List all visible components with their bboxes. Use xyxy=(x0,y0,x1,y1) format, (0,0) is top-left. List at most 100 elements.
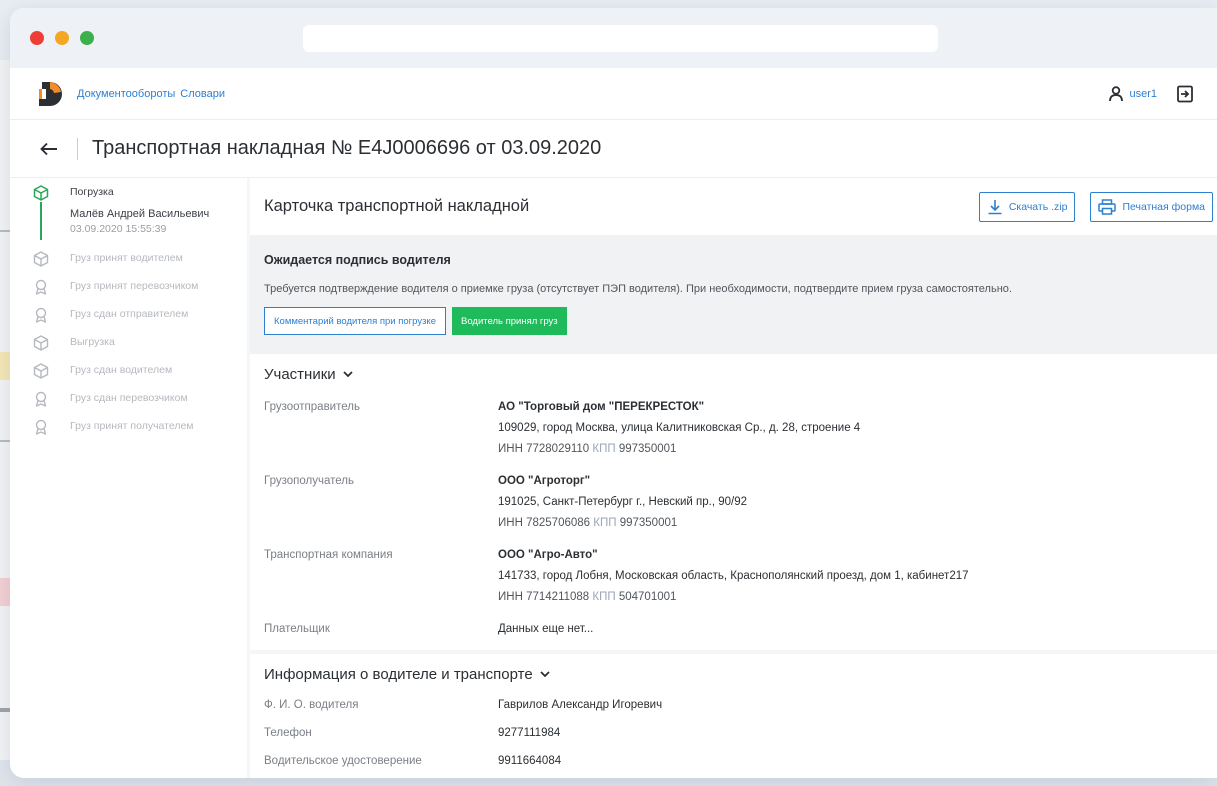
driver-field-label: Водительское удостоверение xyxy=(264,754,422,767)
timeline-step-handed-by-carrier: Груз сдан перевозчиком xyxy=(10,390,247,418)
box-icon xyxy=(33,251,49,267)
print-form-button[interactable]: Печатная форма xyxy=(1090,191,1213,222)
driver-field-value: 9277111984 xyxy=(498,726,561,739)
nav-dictionaries-link[interactable]: Словари xyxy=(180,88,225,100)
download-icon xyxy=(988,199,1002,214)
inn-value: 7728029110 xyxy=(526,443,590,455)
app-header: Документообороты Словари user1 xyxy=(10,68,1217,120)
timeline-step-accepted-by-driver: Груз принят водителем xyxy=(10,250,247,278)
browser-window: Документообороты Словари user1 Транспорт… xyxy=(10,8,1217,778)
payer-value: Данных еще нет... xyxy=(498,623,594,635)
timeline-step-accepted-by-carrier: Груз принят перевозчиком xyxy=(10,278,247,306)
driver-row-name: Ф. И. О. водителя Гаврилов Александр Иго… xyxy=(264,691,1217,719)
driver-accepted-button[interactable]: Водитель принял груз xyxy=(451,307,567,335)
timeline-step-date: 03.09.2020 15:55:39 xyxy=(70,223,167,235)
timeline-step-handed-by-driver: Груз сдан водителем xyxy=(10,362,247,390)
participant-row-shipper: Грузоотправитель АО "Торговый дом "ПЕРЕК… xyxy=(264,397,1217,460)
timeline-step-unloading: Выгрузка xyxy=(10,334,247,362)
kpp-label: КПП xyxy=(592,443,616,455)
app-logo xyxy=(39,81,62,106)
participants-title: Участники xyxy=(264,366,336,383)
participant-address: 141733, город Лобня, Московская область,… xyxy=(498,570,969,582)
participant-address: 191025, Санкт-Петербург г., Невский пр.,… xyxy=(498,496,748,508)
title-divider xyxy=(77,137,78,160)
participant-name: АО "Торговый дом "ПЕРЕКРЕСТОК" xyxy=(498,401,705,413)
kpp-value: 504701001 xyxy=(618,591,677,603)
participant-label: Грузополучатель xyxy=(264,475,354,487)
inn-label: ИНН xyxy=(498,443,523,455)
minimize-window-button[interactable] xyxy=(55,31,69,45)
download-zip-label: Скачать .zip xyxy=(1008,200,1068,213)
timeline-step-label: Груз принят водителем xyxy=(70,252,183,264)
participant-label: Грузоотправитель xyxy=(264,401,360,413)
payer-label: Плательщик xyxy=(264,623,330,635)
kpp-label: КПП xyxy=(593,517,617,529)
header-user-area: user1 xyxy=(1109,84,1195,104)
kpp-value: 997350001 xyxy=(619,517,678,529)
participant-details: ООО "Агроторг" 191025, Санкт-Петербург г… xyxy=(498,471,747,534)
driver-section-title: Информация о водителе и транспорте xyxy=(264,666,533,683)
page-title: Транспортная накладная № E4J0006696 от 0… xyxy=(92,137,602,159)
status-timeline: Погрузка Малёв Андрей Васильевич 03.09.2… xyxy=(10,178,247,778)
participant-address: 109029, город Москва, улица Калитниковск… xyxy=(498,422,861,434)
close-window-button[interactable] xyxy=(30,31,44,45)
participant-row-payer: Плательщик Данных еще нет... xyxy=(264,619,1217,640)
card-title: Карточка транспортной накладной xyxy=(264,197,530,215)
participants-section: Участники Грузоотправитель АО "Торговый … xyxy=(250,354,1217,650)
user-name-link[interactable]: user1 xyxy=(1129,88,1157,100)
timeline-step-label: Погрузка xyxy=(70,186,114,198)
driver-field-label: Телефон xyxy=(264,726,312,739)
inn-label: ИНН xyxy=(498,517,523,529)
back-button[interactable] xyxy=(37,137,61,161)
participant-details: АО "Торговый дом "ПЕРЕКРЕСТОК" 109029, г… xyxy=(498,397,860,460)
timeline-step-handed-by-sender: Груз сдан отправителем xyxy=(10,306,247,334)
address-bar[interactable] xyxy=(303,25,938,52)
box-icon xyxy=(33,335,49,351)
award-icon xyxy=(35,391,47,407)
print-form-label: Печатная форма xyxy=(1122,200,1205,213)
box-icon xyxy=(33,363,49,379)
participant-details: ООО "Агро-Авто" 141733, город Лобня, Мос… xyxy=(498,545,969,608)
content-area: Погрузка Малёв Андрей Васильевич 03.09.2… xyxy=(10,178,1217,778)
notice-title: Ожидается подпись водителя xyxy=(264,253,451,267)
printer-icon xyxy=(1098,198,1117,215)
card-header: Карточка транспортной накладной Скачать … xyxy=(250,178,1217,235)
driver-field-value: Гаврилов Александр Игоревич xyxy=(498,698,663,711)
timeline-step-person: Малёв Андрей Васильевич xyxy=(70,208,210,220)
participant-name: ООО "Агроторг" xyxy=(498,475,591,487)
notice-text: Требуется подтверждение водителя о прием… xyxy=(264,283,1012,295)
page-title-row: Транспортная накладная № E4J0006696 от 0… xyxy=(10,120,1217,178)
timeline-step-label: Груз сдан отправителем xyxy=(70,308,189,320)
maximize-window-button[interactable] xyxy=(80,31,94,45)
driver-row-license: Водительское удостоверение 9911664084 xyxy=(264,747,1217,775)
participant-ids: ИНН 7825706086 КПП 997350001 xyxy=(498,513,747,534)
kpp-value: 997350001 xyxy=(618,443,677,455)
driver-toggle[interactable]: Информация о водителе и транспорте xyxy=(264,666,1217,683)
logout-icon[interactable] xyxy=(1175,84,1195,104)
box-icon xyxy=(33,185,49,201)
driver-comment-button[interactable]: Комментарий водителя при погрузке xyxy=(264,307,446,335)
browser-titlebar xyxy=(10,8,1217,68)
participant-label: Транспортная компания xyxy=(264,549,393,561)
timeline-step-label: Груз сдан водителем xyxy=(70,364,173,376)
participant-row-consignee: Грузополучатель ООО "Агроторг" 191025, С… xyxy=(264,471,1217,534)
signature-notice: Ожидается подпись водителя Требуется под… xyxy=(250,235,1217,354)
timeline-progress-bar xyxy=(40,202,42,240)
timeline-step-label: Груз принят получателем xyxy=(70,420,194,432)
chevron-down-icon xyxy=(540,671,550,678)
award-icon xyxy=(35,419,47,435)
inn-value: 7825706086 xyxy=(526,517,591,529)
timeline-step-label: Выгрузка xyxy=(70,336,115,348)
driver-field-value: 9911664084 xyxy=(498,754,562,767)
nav-documents-link[interactable]: Документообороты xyxy=(77,88,175,100)
notice-actions: Комментарий водителя при погрузке Водите… xyxy=(264,307,1217,335)
timeline-step-label: Груз сдан перевозчиком xyxy=(70,392,188,404)
user-icon xyxy=(1109,85,1124,101)
participant-row-carrier: Транспортная компания ООО "Агро-Авто" 14… xyxy=(264,545,1217,608)
participant-name: ООО "Агро-Авто" xyxy=(498,549,598,561)
card-actions: Скачать .zip Печатная форма xyxy=(964,191,1213,222)
download-zip-button[interactable]: Скачать .zip xyxy=(978,191,1076,222)
participant-ids: ИНН 7714211088 КПП 504701001 xyxy=(498,587,969,608)
timeline-step-label: Груз принят перевозчиком xyxy=(70,280,199,292)
participants-toggle[interactable]: Участники xyxy=(264,366,1217,383)
